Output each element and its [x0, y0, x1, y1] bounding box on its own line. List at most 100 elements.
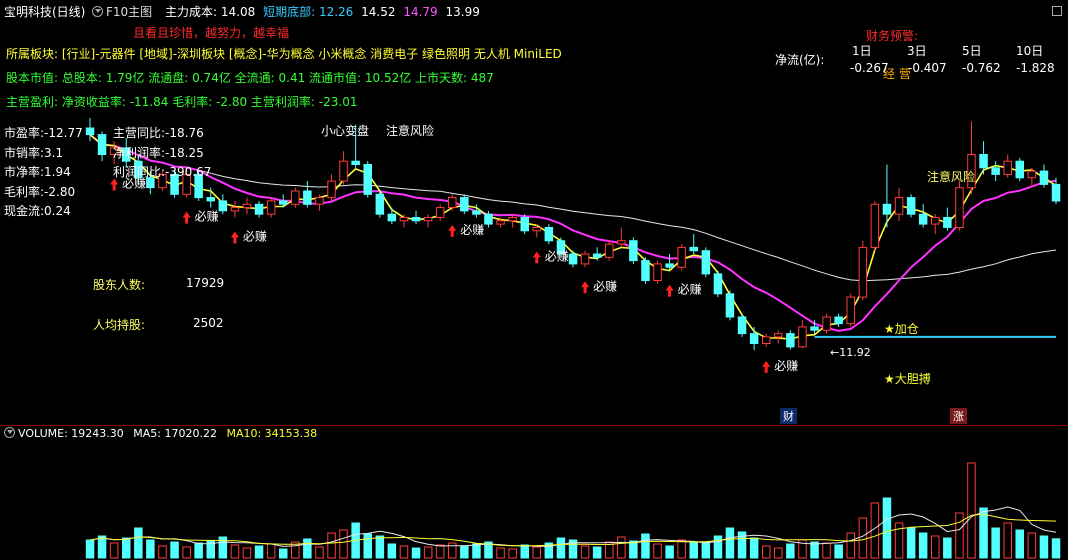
- ratio-cash: 现金流:0.24: [4, 204, 71, 219]
- candle: [774, 330, 783, 344]
- candle-body: [822, 316, 831, 331]
- candle: [218, 194, 228, 215]
- tag-rise[interactable]: 涨: [950, 408, 967, 424]
- volume-bar: [158, 545, 167, 559]
- candle-body: [484, 213, 493, 225]
- candle: [822, 313, 831, 334]
- candle: [266, 197, 276, 218]
- volume-bar: [423, 546, 433, 559]
- bi-zhuan-3: 必赚: [230, 229, 267, 244]
- volume-bar: [665, 545, 674, 559]
- volume-bar: [254, 545, 264, 559]
- annot-bold-buy: ★大胆搏: [884, 372, 931, 386]
- candle: [677, 244, 686, 271]
- candle-body: [508, 217, 517, 222]
- netflow-period-10: 10日: [1016, 44, 1044, 58]
- ratio-pe: 市盈率:-12.77: [4, 126, 83, 140]
- candle-body: [955, 187, 964, 228]
- volume-bar: [979, 507, 988, 559]
- candle-body: [351, 160, 360, 165]
- candle-body: [1027, 170, 1037, 179]
- candle: [653, 260, 662, 284]
- candle-body: [943, 217, 952, 228]
- maximize-icon[interactable]: [1052, 6, 1062, 16]
- candle-body: [931, 217, 940, 225]
- volume-bar: [918, 532, 928, 559]
- volume-bar: [713, 535, 723, 559]
- buy-signal-text: 必赚: [545, 248, 569, 263]
- candle-body: [1015, 160, 1024, 179]
- candle-body: [472, 210, 481, 215]
- candle: [846, 293, 855, 327]
- candle: [544, 224, 554, 245]
- candle: [991, 161, 1000, 182]
- candle: [955, 181, 964, 231]
- candle-body: [786, 333, 795, 348]
- tag-finance[interactable]: 财: [780, 408, 797, 424]
- volume-bar: [653, 543, 662, 559]
- candle-body: [810, 326, 819, 331]
- candle: [931, 214, 940, 235]
- volume-bar: [641, 533, 650, 559]
- short-bottom-v4: 13.99: [445, 5, 480, 19]
- candle-body: [85, 127, 95, 136]
- volume-bar: [460, 545, 469, 559]
- volume-bar: [822, 542, 831, 559]
- candle-body: [592, 253, 602, 258]
- volume-bar: [749, 537, 759, 559]
- candle: [870, 200, 880, 251]
- candle: [520, 214, 529, 235]
- candle: [411, 210, 421, 225]
- volume-bar: [677, 539, 686, 559]
- volume-bar: [689, 542, 698, 559]
- low-price-marker: ←11.92: [830, 346, 871, 359]
- candle-body: [653, 263, 662, 281]
- volume-bar: [97, 535, 107, 559]
- candle-body: [448, 197, 457, 209]
- candle: [472, 204, 481, 218]
- volume-bar: [327, 532, 336, 559]
- candle: [605, 240, 614, 261]
- ratio-ps: 市销率:3.1: [4, 145, 64, 160]
- buy-arrow-icon: [230, 231, 239, 244]
- volume-ma10: MA10: 34153.38: [226, 427, 318, 440]
- volume-bar: [496, 547, 505, 559]
- candle-body: [230, 207, 240, 212]
- stock-title[interactable]: 宝明科技(日线): [4, 3, 85, 20]
- bi-zhuan-2: 必赚: [182, 209, 219, 224]
- candle: [460, 194, 469, 215]
- candle-body: [279, 200, 288, 205]
- candle-body: [737, 316, 747, 335]
- volume-bar: [1039, 535, 1049, 559]
- f10-main-chart-tab[interactable]: F10主图: [92, 3, 152, 20]
- candle: [230, 200, 240, 218]
- candle-body: [291, 190, 300, 205]
- candle-body: [435, 207, 445, 219]
- candle-body: [339, 160, 348, 182]
- buy-arrow-icon: [762, 360, 771, 373]
- volume-bar: [315, 546, 324, 559]
- candle-body: [605, 243, 614, 258]
- annot-risk-2: 注意风险: [927, 170, 976, 184]
- share-info: 股本市值: 总股本: 1.79亿 流通盘: 0.74亿 全流通: 0.41 流通…: [6, 71, 494, 85]
- avg-holding-value: 2502: [193, 316, 224, 330]
- volume-bar: [363, 533, 372, 559]
- profit-info: 主营盈利: 净资收益率: -11.84 毛利率: -2.80 主营利润率: -2…: [6, 95, 358, 109]
- volume-bar: [617, 536, 626, 559]
- volume-bar: [194, 542, 203, 559]
- volume-bar: [508, 548, 517, 559]
- volume-dropdown-icon[interactable]: [4, 427, 15, 438]
- short-bottom-v3: 14.79: [403, 5, 438, 19]
- dropdown-icon[interactable]: [92, 6, 103, 17]
- candle-body: [266, 200, 276, 215]
- candle: [291, 187, 300, 208]
- candle: [858, 240, 868, 301]
- candle: [1015, 157, 1024, 182]
- bi-zhuan-7: 必赚: [665, 282, 702, 297]
- candle-body: [894, 197, 904, 215]
- candle-body: [665, 263, 674, 268]
- netflow-period-5: 5日: [962, 44, 982, 58]
- candle: [1039, 164, 1049, 188]
- candle: [943, 207, 952, 231]
- volume-chart[interactable]: [0, 438, 1068, 560]
